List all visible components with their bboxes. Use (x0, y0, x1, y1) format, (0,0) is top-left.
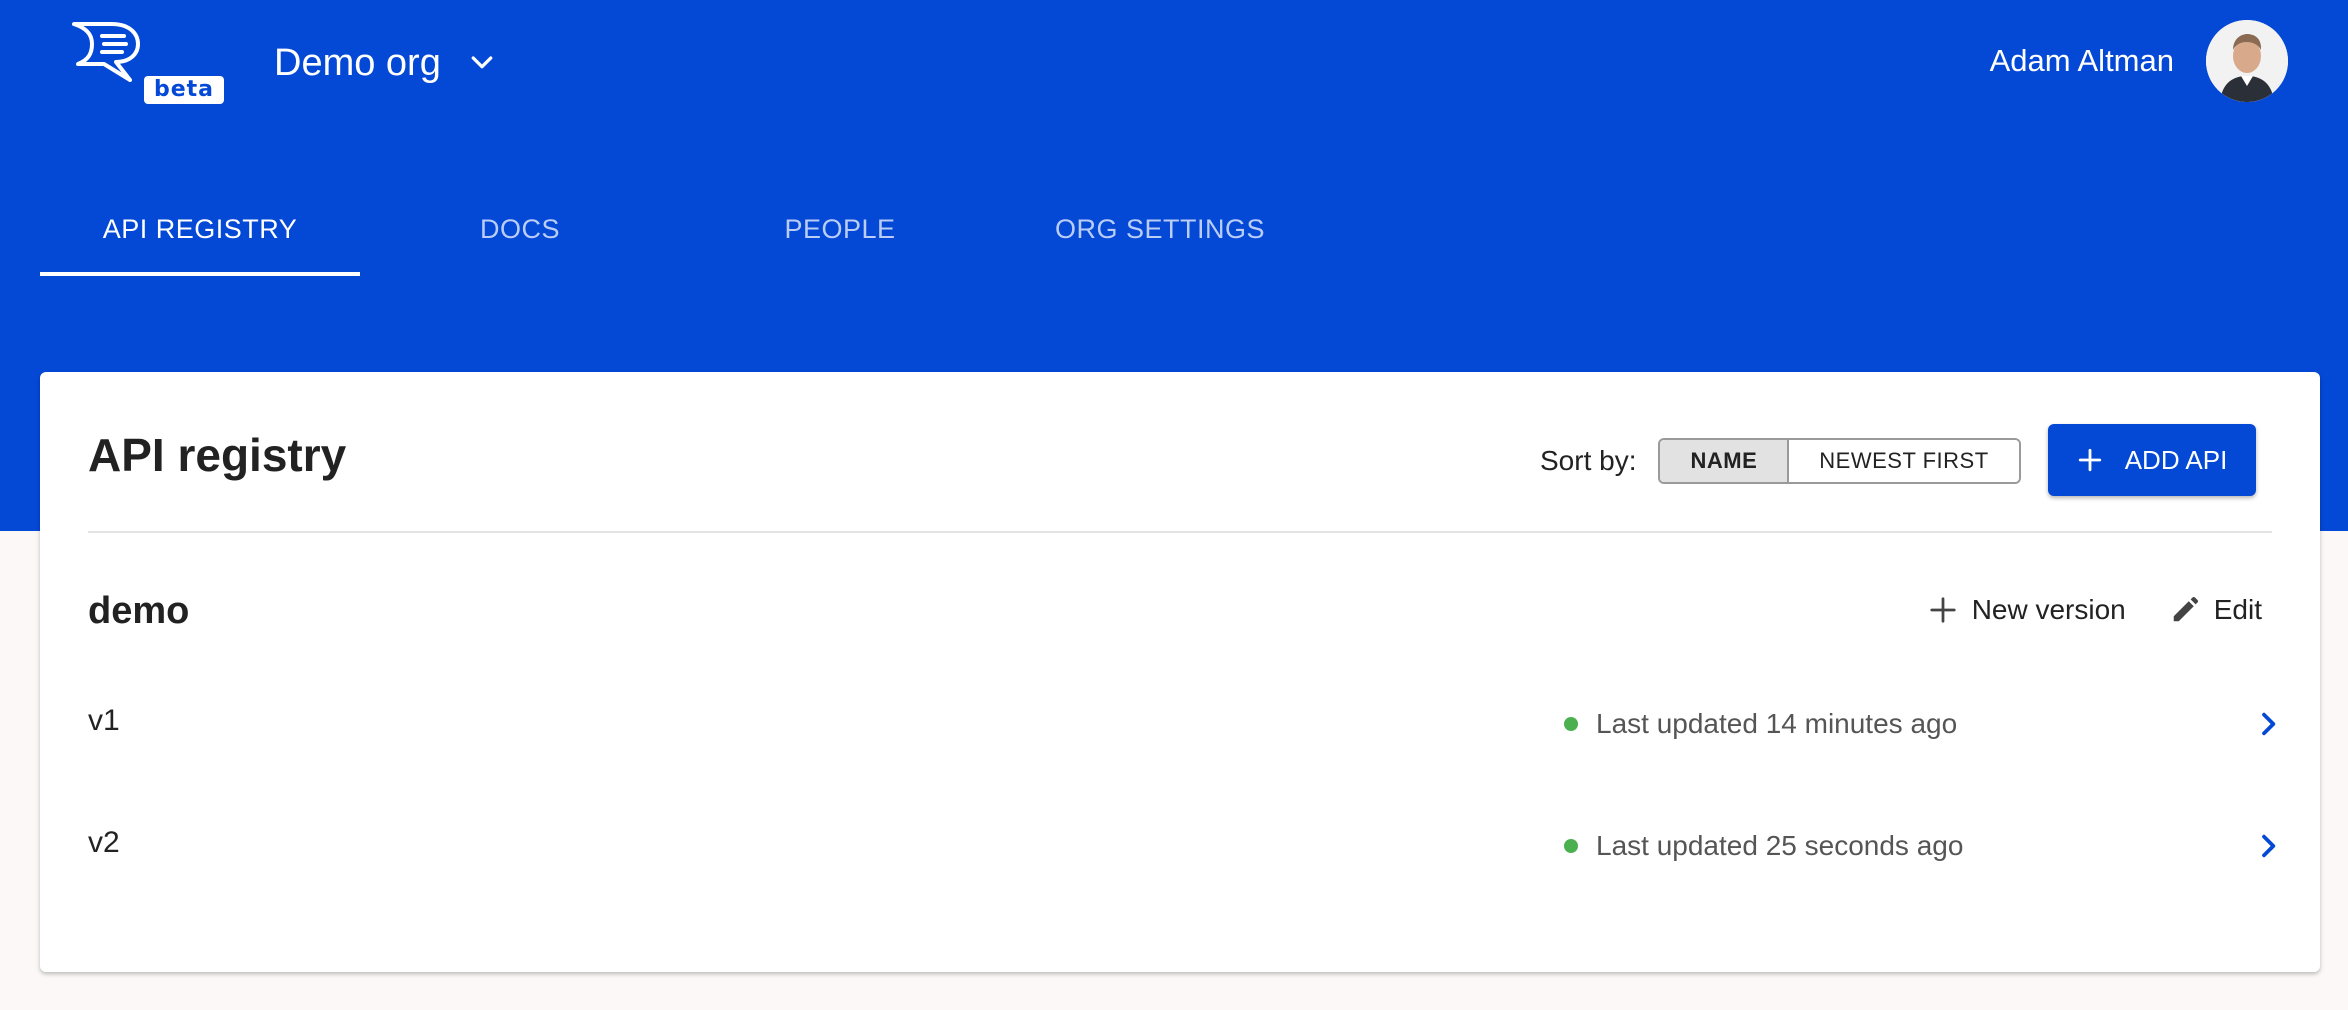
version-status: Last updated 25 seconds ago (1564, 830, 1963, 862)
avatar[interactable] (2206, 20, 2288, 102)
version-name: v1 (88, 704, 120, 737)
chevron-down-icon (471, 56, 493, 69)
version-status-text: Last updated 25 seconds ago (1596, 830, 1964, 861)
edit-api-button[interactable]: Edit (2170, 594, 2262, 626)
beta-badge: beta (144, 76, 224, 104)
add-api-label: ADD API (2124, 444, 2228, 475)
main-tabs: API REGISTRY DOCS PEOPLE ORG SETTINGS (40, 190, 1320, 276)
chevron-right-icon[interactable] (2252, 708, 2284, 740)
header-divider (88, 531, 2272, 533)
user-name: Adam Altman (1989, 43, 2174, 78)
tab-org-settings[interactable]: ORG SETTINGS (1000, 190, 1320, 276)
sort-by-newest-button[interactable]: NEWEST FIRST (1789, 440, 2019, 482)
page-title: API registry (88, 429, 347, 481)
sort-control: Sort by: NAME NEWEST FIRST (1540, 438, 2021, 484)
speech-bubble-logo-icon (72, 22, 140, 82)
plus-icon (1930, 597, 1956, 623)
org-name: Demo org (274, 41, 441, 84)
top-bar: beta Demo org Adam Altman (0, 0, 2348, 126)
tab-api-registry[interactable]: API REGISTRY (40, 190, 360, 276)
app-logo[interactable]: beta (68, 20, 228, 104)
user-avatar-icon (2206, 20, 2288, 102)
sort-toggle-group: NAME NEWEST FIRST (1658, 438, 2021, 484)
version-status-text: Last updated 14 minutes ago (1596, 708, 1958, 739)
pencil-icon (2173, 596, 2198, 622)
user-menu[interactable]: Adam Altman (1990, 20, 2288, 102)
api-registry-card: API registry Sort by: NAME NEWEST FIRST … (40, 372, 2320, 972)
version-status: Last updated 14 minutes ago (1564, 708, 1957, 740)
version-name: v2 (88, 826, 120, 859)
chevron-right-icon[interactable] (2252, 830, 2284, 862)
version-row-v2[interactable]: v2 Last updated 25 seconds ago (88, 812, 2284, 882)
tab-docs[interactable]: DOCS (360, 190, 680, 276)
tab-people[interactable]: PEOPLE (680, 190, 1000, 276)
version-row-v1[interactable]: v1 Last updated 14 minutes ago (88, 690, 2284, 760)
status-dot-icon (1564, 717, 1578, 731)
add-api-button[interactable]: ADD API (2048, 424, 2256, 496)
new-version-button[interactable]: New version (1928, 594, 2126, 626)
sort-label: Sort by: (1540, 445, 1637, 476)
api-name: demo (88, 590, 190, 632)
status-dot-icon (1564, 839, 1578, 853)
api-actions: New version Edit (1928, 594, 2262, 626)
new-version-label: New version (1971, 594, 2126, 625)
sort-by-name-button[interactable]: NAME (1660, 440, 1790, 482)
plus-icon (2078, 448, 2101, 472)
org-switcher[interactable]: Demo org (274, 38, 497, 88)
edit-label: Edit (2213, 594, 2262, 625)
